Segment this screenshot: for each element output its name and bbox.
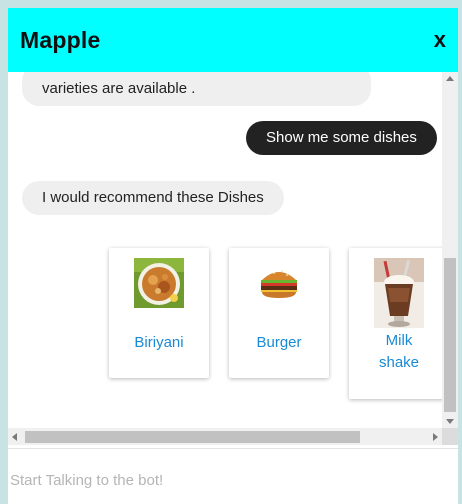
bot-message: varieties are available . <box>22 72 371 106</box>
scroll-left-arrow-icon[interactable] <box>12 433 17 441</box>
scroll-down-arrow-icon[interactable] <box>446 419 454 424</box>
dish-card-milkshake[interactable]: Milk shake <box>349 248 442 399</box>
dish-card-burger[interactable]: Burger <box>229 248 329 378</box>
bot-message: I would recommend these Dishes <box>22 181 284 215</box>
bot-message-text: varieties are available . <box>42 80 196 97</box>
horizontal-scroll-thumb[interactable] <box>25 431 360 443</box>
close-button[interactable]: x <box>434 27 446 53</box>
scrollbar-corner <box>442 428 458 445</box>
message-input[interactable] <box>8 460 458 500</box>
dish-card-biriyani[interactable]: Biriyani <box>109 248 209 378</box>
dish-label-line2: shake <box>378 354 420 371</box>
bot-message-text: I would recommend these Dishes <box>42 189 264 206</box>
scroll-right-arrow-icon[interactable] <box>433 433 438 441</box>
user-message: Show me some dishes <box>246 121 437 155</box>
divider <box>8 448 458 449</box>
vertical-scroll-thumb[interactable] <box>444 258 456 412</box>
chat-messages[interactable]: varieties are available . Show me some d… <box>8 72 442 428</box>
chat-window: Mapple x varieties are available . Show … <box>8 8 458 504</box>
dish-label: Biriyani <box>134 334 184 351</box>
horizontal-scrollbar[interactable] <box>8 428 442 445</box>
user-message-text: Show me some dishes <box>266 129 417 146</box>
app-title: Mapple <box>20 27 101 53</box>
scroll-up-arrow-icon[interactable] <box>446 76 454 81</box>
dish-label-line1: Milk <box>385 332 413 349</box>
burger-image <box>254 258 304 308</box>
biriyani-image <box>134 258 184 308</box>
chat-header: Mapple x <box>8 8 458 72</box>
vertical-scrollbar[interactable] <box>442 72 458 428</box>
milkshake-image <box>374 258 424 328</box>
dish-label: Burger <box>256 334 302 351</box>
